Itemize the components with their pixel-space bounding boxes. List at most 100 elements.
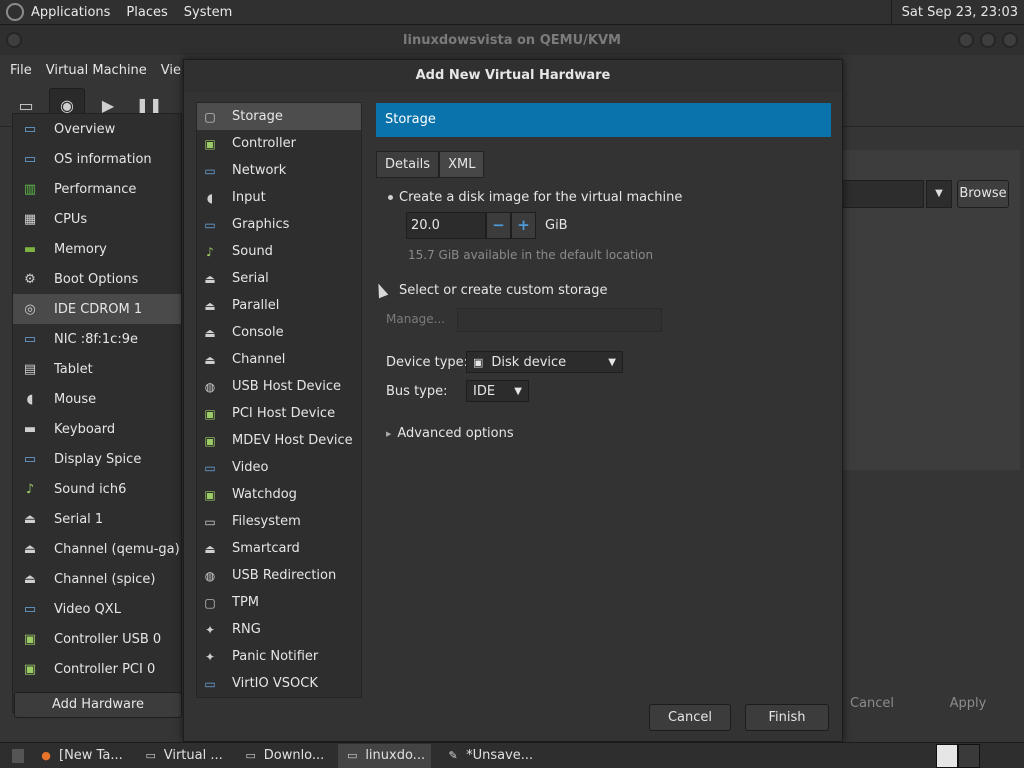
add-hardware-button[interactable]: Add Hardware	[14, 692, 182, 718]
device-item-performance[interactable]: ▥ Performance	[13, 174, 181, 204]
device-item-ide-cdrom-1[interactable]: ◎ IDE CDROM 1	[13, 294, 181, 324]
manage-button[interactable]: Manage...	[386, 312, 445, 326]
hardware-item-usb-redirection[interactable]: ◍ USB Redirection	[197, 562, 361, 589]
hardware-item-pci-host-device[interactable]: ▣ PCI Host Device	[197, 400, 361, 427]
device-item-controller-usb-0[interactable]: ▣ Controller USB 0	[13, 624, 181, 654]
hardware-item-label: Sound	[232, 244, 273, 259]
hardware-item-channel[interactable]: ⏏ Channel	[197, 346, 361, 373]
storage-path-field[interactable]	[457, 308, 662, 332]
device-item-nic-8f-1c-9e[interactable]: ▭ NIC :8f:1c:9e	[13, 324, 181, 354]
hardware-item-graphics[interactable]: ▭ Graphics	[197, 211, 361, 238]
cdrom-source-dropdown[interactable]: ▼	[926, 180, 952, 208]
advanced-options-expander[interactable]: ▶ Advanced options	[386, 426, 514, 441]
finish-button[interactable]: Finish	[745, 704, 829, 731]
device-item-cpus[interactable]: ▦ CPUs	[13, 204, 181, 234]
browse-button[interactable]: Browse	[957, 180, 1009, 208]
clock[interactable]: Sat Sep 23, 23:03	[890, 0, 1024, 25]
workspace-2[interactable]	[958, 744, 980, 768]
taskbar-button[interactable]: ✎ *Unsave...	[439, 744, 539, 768]
hardware-item-parallel[interactable]: ⏏ Parallel	[197, 292, 361, 319]
taskbar: ● [New Ta... ▭ Virtual ... ▭ Downlo... ▭ linuxd…	[0, 742, 1024, 768]
show-desktop-icon[interactable]	[12, 748, 24, 763]
minimize-button[interactable]	[958, 32, 974, 48]
device-item-mouse[interactable]: ◖ Mouse	[13, 384, 181, 414]
custom-storage-radio[interactable]: Select or create custom storage	[384, 283, 607, 298]
hardware-item-watchdog[interactable]: ▣ Watchdog	[197, 481, 361, 508]
custom-storage-label: Select or create custom storage	[399, 283, 608, 298]
gnome-logo-icon[interactable]	[6, 3, 24, 21]
bus-type-combo[interactable]: IDE ▼	[466, 380, 529, 402]
hardware-item-input[interactable]: ◖ Input	[197, 184, 361, 211]
taskbar-button[interactable]: ▭ linuxdo...	[338, 743, 432, 768]
device-item-channel-qemu-ga[interactable]: ⏏ Channel (qemu-ga)	[13, 534, 181, 564]
device-type-combo[interactable]: ▣ Disk device ▼	[466, 351, 623, 373]
hardware-item-rng[interactable]: ✦ RNG	[197, 616, 361, 643]
maximize-button[interactable]	[980, 32, 996, 48]
places-menu[interactable]: Places	[126, 5, 167, 20]
hardware-item-controller[interactable]: ▣ Controller	[197, 130, 361, 157]
vm-window-titlebar[interactable]: linuxdowsvista on QEMU/KVM	[0, 25, 1024, 55]
window-menu-button[interactable]	[6, 32, 22, 48]
hardware-item-filesystem[interactable]: ▭ Filesystem	[197, 508, 361, 535]
vm-icon: ▭	[347, 749, 358, 762]
disk-size-input[interactable]: 20.0	[406, 212, 486, 239]
device-item-os-information[interactable]: ▭ OS information	[13, 144, 181, 174]
applications-menu[interactable]: Applications	[31, 5, 110, 20]
device-item-keyboard[interactable]: ▬ Keyboard	[13, 414, 181, 444]
decrement-button[interactable]: −	[486, 212, 511, 239]
device-item-overview[interactable]: ▭ Overview	[13, 114, 181, 144]
network-icon: ▭	[23, 331, 37, 347]
hardware-item-storage[interactable]: ▢ Storage	[197, 103, 361, 130]
taskbar-button[interactable]: ▭ Downlo...	[237, 744, 331, 768]
hardware-item-smartcard[interactable]: ⏏ Smartcard	[197, 535, 361, 562]
device-item-memory[interactable]: ▬ Memory	[13, 234, 181, 264]
rng-icon: ✦	[204, 649, 216, 664]
menu-view[interactable]: Vie	[161, 63, 181, 78]
device-item-channel-spice[interactable]: ⏏ Channel (spice)	[13, 564, 181, 594]
hardware-item-video[interactable]: ▭ Video	[197, 454, 361, 481]
folder-icon: ▭	[204, 514, 216, 529]
device-item-sound-ich6[interactable]: ♪ Sound ich6	[13, 474, 181, 504]
hardware-item-label: PCI Host Device	[232, 406, 336, 421]
serial-icon: ⏏	[204, 325, 216, 340]
increment-button[interactable]: +	[511, 212, 536, 239]
details-apply-button[interactable]: Apply	[930, 690, 1006, 718]
monitor-icon: ▭	[204, 217, 216, 232]
device-item-controller-pci-0[interactable]: ▣ Controller PCI 0	[13, 654, 181, 684]
device-item-serial-1[interactable]: ⏏ Serial 1	[13, 504, 181, 534]
sound-icon: ♪	[206, 244, 214, 259]
serial-icon: ⏏	[204, 541, 216, 556]
device-item-display-spice[interactable]: ▭ Display Spice	[13, 444, 181, 474]
hardware-item-tpm[interactable]: ▢ TPM	[197, 589, 361, 616]
device-item-video-qxl[interactable]: ▭ Video QXL	[13, 594, 181, 624]
hardware-item-label: Video	[232, 460, 269, 475]
hardware-item-usb-host-device[interactable]: ◍ USB Host Device	[197, 373, 361, 400]
tab-xml[interactable]: XML	[439, 151, 485, 178]
taskbar-button[interactable]: ▭ Virtual ...	[137, 744, 229, 768]
hardware-item-virtio-vsock[interactable]: ▭ VirtIO VSOCK	[197, 670, 361, 697]
device-item-boot-options[interactable]: ⚙ Boot Options	[13, 264, 181, 294]
menu-file[interactable]: File	[10, 63, 32, 78]
menu-virtual-machine[interactable]: Virtual Machine	[46, 63, 147, 78]
create-disk-radio[interactable]: Create a disk image for the virtual mach…	[384, 190, 682, 205]
hardware-item-panic-notifier[interactable]: ✦ Panic Notifier	[197, 643, 361, 670]
radio-selected-icon	[384, 192, 396, 204]
system-menu[interactable]: System	[184, 5, 232, 20]
device-item-tablet[interactable]: ▤ Tablet	[13, 354, 181, 384]
hardware-item-mdev-host-device[interactable]: ▣ MDEV Host Device	[197, 427, 361, 454]
tab-details[interactable]: Details	[376, 151, 440, 178]
close-button[interactable]	[1002, 32, 1018, 48]
workspace-1[interactable]	[936, 744, 958, 768]
device-item-label: Serial 1	[54, 511, 104, 527]
hardware-item-network[interactable]: ▭ Network	[197, 157, 361, 184]
hardware-item-serial[interactable]: ⏏ Serial	[197, 265, 361, 292]
hardware-item-sound[interactable]: ♪ Sound	[197, 238, 361, 265]
dialog-title[interactable]: Add New Virtual Hardware	[184, 60, 842, 92]
cdrom-source-field[interactable]	[840, 180, 924, 208]
taskbar-button[interactable]: ● [New Ta...	[32, 744, 129, 768]
chart-icon: ▥	[23, 181, 37, 197]
firefox-icon: ●	[41, 749, 51, 762]
cancel-button[interactable]: Cancel	[649, 704, 731, 731]
details-cancel-button[interactable]: Cancel	[834, 690, 910, 718]
hardware-item-console[interactable]: ⏏ Console	[197, 319, 361, 346]
